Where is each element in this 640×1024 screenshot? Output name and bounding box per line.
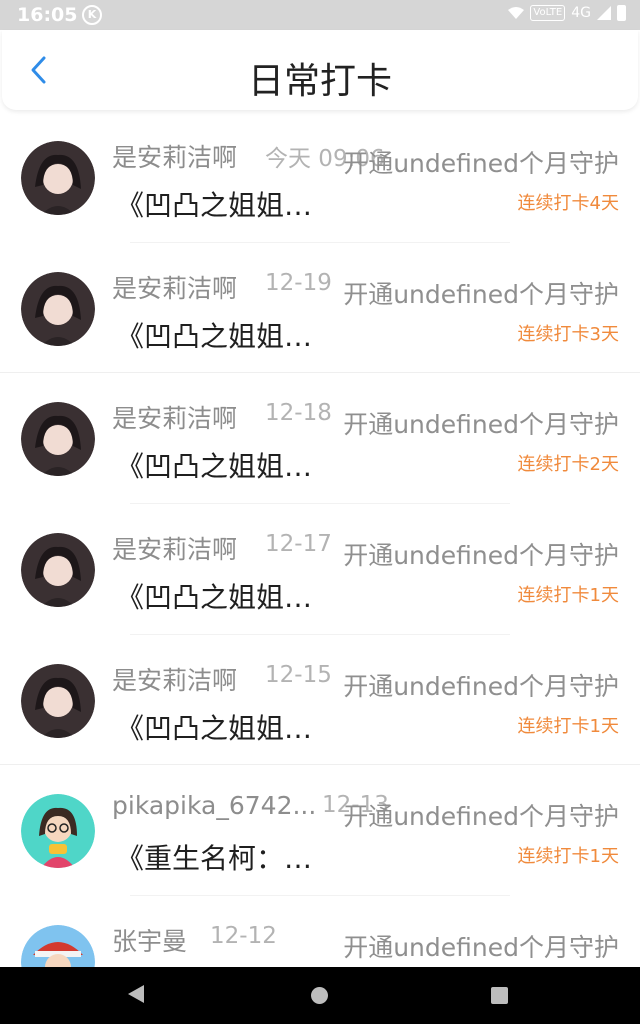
- system-nav-bar: [0, 967, 640, 1024]
- avatar[interactable]: [21, 663, 95, 738]
- checkin-list[interactable]: 是安莉洁啊 今天 09:06 开通undefined个月守护 《凹凸之姐姐… 连…: [0, 112, 640, 967]
- book-title[interactable]: 《重生名柯：…: [116, 837, 312, 877]
- k-notification-icon: K: [82, 5, 102, 25]
- user-name[interactable]: 是安莉洁啊: [112, 269, 237, 305]
- guard-text: 开通undefined个月守护: [343, 541, 619, 571]
- girl-avatar-icon: [21, 141, 95, 215]
- checkin-date: 12-19: [265, 269, 332, 296]
- book-title[interactable]: 《凹凸之姐姐…: [116, 707, 312, 747]
- guard-text: 开通undefined个月守护: [343, 802, 619, 832]
- user-name[interactable]: 是安莉洁啊: [112, 661, 237, 697]
- avatar[interactable]: [21, 141, 95, 215]
- girl-avatar-icon: [21, 663, 95, 738]
- checkin-date: 12-15: [265, 661, 332, 688]
- user-name[interactable]: 是安莉洁啊: [112, 399, 237, 435]
- avatar[interactable]: [21, 925, 95, 967]
- streak-badge: 连续打卡1天: [517, 715, 619, 737]
- streak-badge: 连续打卡1天: [517, 846, 619, 868]
- user-name[interactable]: 是安莉洁啊: [112, 138, 237, 174]
- cartoon-boy-avatar-icon: [21, 925, 95, 967]
- streak-badge: 连续打卡3天: [517, 323, 619, 345]
- guard-text: 开通undefined个月守护: [343, 933, 619, 963]
- list-item[interactable]: 是安莉洁啊 12-17 开通undefined个月守护 《凹凸之姐姐… 连续打卡…: [0, 504, 640, 635]
- avatar[interactable]: [21, 402, 95, 477]
- nav-recents-icon[interactable]: [491, 987, 508, 1004]
- streak-badge: 连续打卡4天: [517, 193, 619, 214]
- guard-text: 开通undefined个月守护: [343, 149, 619, 178]
- book-title[interactable]: 《凹凸之姐姐…: [116, 315, 312, 355]
- nav-home-icon[interactable]: [311, 987, 328, 1004]
- page-title: 日常打卡: [247, 61, 392, 102]
- girl-avatar-icon: [21, 402, 95, 477]
- list-item[interactable]: 是安莉洁啊 今天 09:06 开通undefined个月守护 《凹凸之姐姐… 连…: [0, 112, 640, 243]
- book-title[interactable]: 《凹凸之姐姐…: [116, 184, 312, 224]
- checkin-date: 12-17: [265, 531, 332, 558]
- checkin-date: 12-18: [265, 400, 332, 427]
- network-type: 4G: [571, 5, 591, 21]
- status-icons: VoLTE 4G: [508, 5, 626, 21]
- wifi-icon: [508, 7, 525, 19]
- user-name[interactable]: 是安莉洁啊: [112, 530, 237, 566]
- user-name[interactable]: 张宇曼: [112, 922, 187, 958]
- guard-text: 开通undefined个月守护: [343, 279, 619, 309]
- guard-text: 开通undefined个月守护: [343, 671, 619, 701]
- user-name[interactable]: pikapika_6742...: [112, 791, 316, 820]
- book-title[interactable]: 《凹凸之姐姐…: [116, 576, 312, 616]
- list-item[interactable]: 是安莉洁啊 12-18 开通undefined个月守护 《凹凸之姐姐… 连续打卡…: [0, 373, 640, 505]
- list-item[interactable]: 是安莉洁啊 12-15 开通undefined个月守护 《凹凸之姐姐… 连续打卡…: [0, 635, 640, 766]
- list-item[interactable]: pikapika_6742... 12-13 开通undefined个月守护 《…: [0, 765, 640, 897]
- status-bar: 16:05 K VoLTE 4G: [0, 0, 640, 30]
- avatar[interactable]: [21, 271, 95, 346]
- list-item[interactable]: 是安莉洁啊 12-19 开通undefined个月守护 《凹凸之姐姐… 连续打卡…: [0, 243, 640, 374]
- battery-icon: [617, 5, 626, 21]
- signal-icon: [597, 6, 611, 20]
- girl-avatar-icon: [21, 533, 95, 608]
- list-item[interactable]: 张宇曼 12-12 开通undefined个月守护: [0, 896, 640, 967]
- avatar[interactable]: [21, 794, 95, 869]
- status-time: 16:05: [17, 4, 78, 26]
- page-header: 日常打卡: [2, 30, 638, 110]
- avatar[interactable]: [21, 533, 95, 608]
- streak-badge: 连续打卡1天: [517, 585, 619, 607]
- checkin-date: 12-12: [210, 923, 277, 950]
- cartoon-girl-avatar-icon: [21, 794, 95, 869]
- guard-text: 开通undefined个月守护: [343, 410, 619, 440]
- volte-badge: VoLTE: [530, 5, 566, 21]
- book-title[interactable]: 《凹凸之姐姐…: [116, 445, 312, 485]
- girl-avatar-icon: [21, 271, 95, 346]
- streak-badge: 连续打卡2天: [517, 454, 619, 476]
- nav-back-icon[interactable]: [128, 985, 144, 1003]
